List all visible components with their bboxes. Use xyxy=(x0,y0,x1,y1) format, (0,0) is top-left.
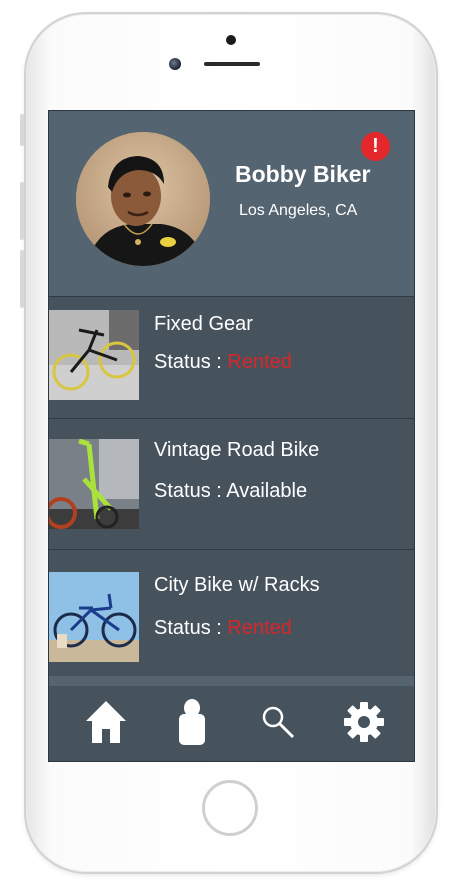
tabbar-divider xyxy=(49,676,414,686)
status-label: Status : xyxy=(154,480,227,502)
tab-search[interactable] xyxy=(233,686,323,761)
bike-title: Vintage Road Bike xyxy=(154,439,320,461)
bike-thumbnail xyxy=(49,572,139,662)
bike-status: Status : Rented xyxy=(154,351,292,374)
bike-title: City Bike w/ Racks xyxy=(154,574,320,596)
search-icon xyxy=(260,704,296,745)
bike-thumbnail xyxy=(49,439,139,529)
front-camera xyxy=(169,58,181,70)
app-screen: Bobby Biker Los Angeles, CA ! Fixed Gear… xyxy=(48,110,415,762)
status-label: Status : xyxy=(154,351,228,373)
gear-icon xyxy=(343,701,385,748)
user-name: Bobby Biker xyxy=(235,161,371,187)
earpiece-speaker xyxy=(204,62,260,66)
status-value: Rented xyxy=(227,351,292,373)
home-icon xyxy=(84,699,128,750)
bike-status: Status : Rented xyxy=(154,617,292,640)
mute-switch xyxy=(20,114,24,146)
list-item[interactable]: City Bike w/ Racks Status : Rented xyxy=(49,549,414,685)
tab-bar xyxy=(49,686,414,761)
list-item[interactable]: Vintage Road Bike Status : Available xyxy=(49,418,414,550)
user-icon xyxy=(177,698,207,751)
tab-profile[interactable] xyxy=(147,686,237,761)
alert-badge[interactable]: ! xyxy=(361,132,390,161)
status-value: Available xyxy=(226,480,308,502)
tab-settings[interactable] xyxy=(319,686,409,761)
bike-status: Status : Available xyxy=(154,480,307,503)
status-label: Status : xyxy=(154,617,228,639)
tab-home[interactable] xyxy=(61,686,151,761)
bike-title: Fixed Gear xyxy=(154,313,253,335)
volume-up-button xyxy=(20,182,24,240)
home-button[interactable] xyxy=(202,780,258,836)
avatar[interactable] xyxy=(76,132,210,266)
proximity-sensor xyxy=(226,35,236,45)
profile-header: Bobby Biker Los Angeles, CA ! xyxy=(49,111,414,296)
bike-thumbnail xyxy=(49,310,139,400)
status-value: Rented xyxy=(227,617,292,639)
volume-down-button xyxy=(20,250,24,308)
user-location: Los Angeles, CA xyxy=(239,202,358,219)
list-item[interactable]: Fixed Gear Status : Rented xyxy=(49,296,414,419)
